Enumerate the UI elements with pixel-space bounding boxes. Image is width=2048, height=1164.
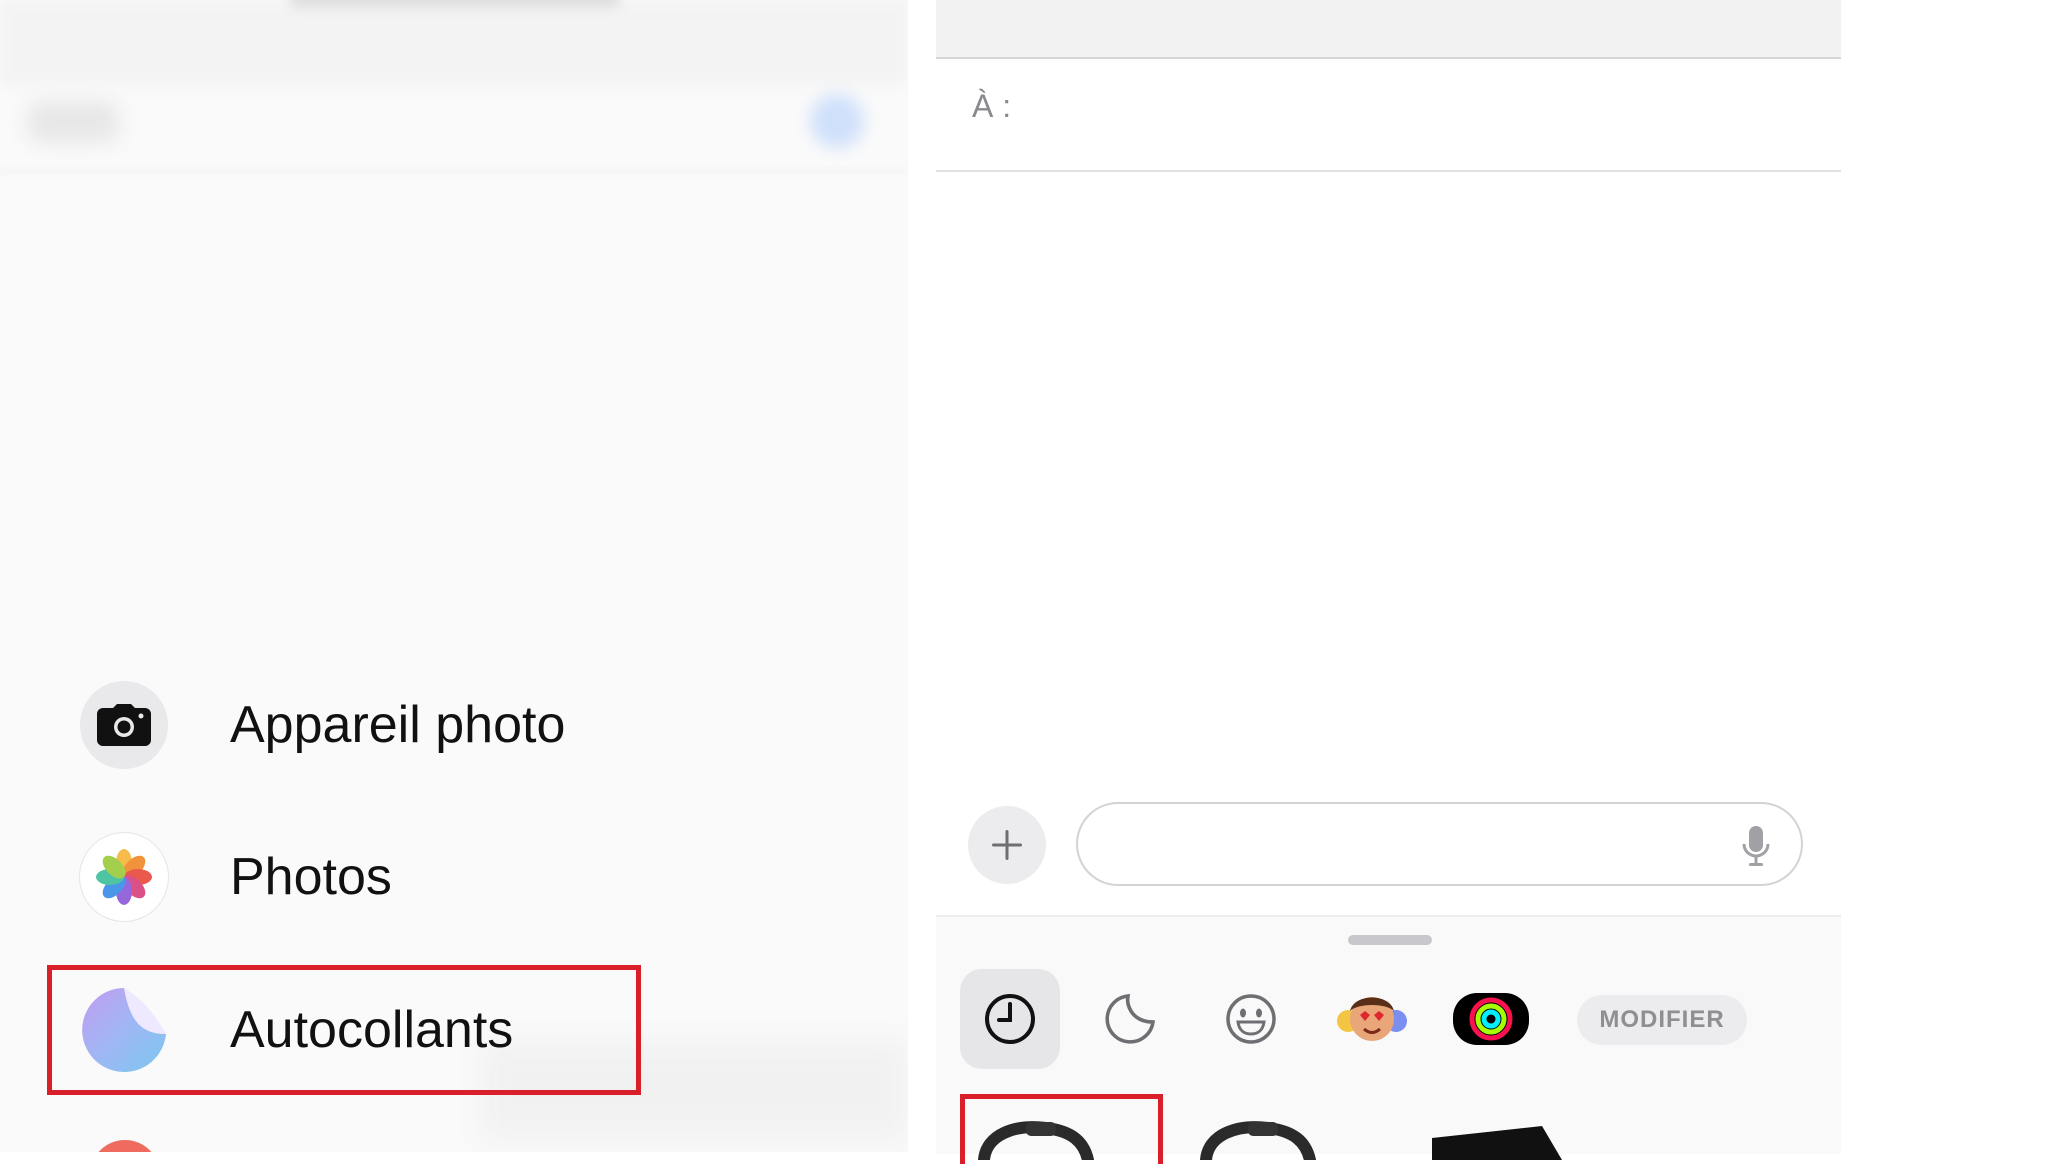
attachment-menu-panel: Appareil photo Photos Autocollants	[0, 0, 908, 1152]
sticker-item[interactable]	[1432, 1120, 1572, 1160]
blurred-avatar	[810, 94, 864, 148]
menu-item-camera[interactable]: Appareil photo	[80, 680, 565, 770]
to-label[interactable]: À :	[972, 88, 1011, 125]
blurred-title	[28, 102, 118, 142]
divider	[936, 170, 1841, 172]
sticker-item[interactable]	[1198, 1120, 1328, 1160]
menu-item-label: Photos	[230, 848, 392, 906]
highlight-box	[47, 965, 641, 1095]
add-attachment-button[interactable]	[968, 806, 1046, 884]
camera-icon	[80, 681, 168, 769]
menu-item-photos[interactable]: Photos	[80, 832, 392, 922]
tab-stickers[interactable]	[1080, 969, 1180, 1069]
drawer-grabber[interactable]	[1348, 935, 1432, 945]
tab-memoji[interactable]	[1322, 969, 1422, 1069]
message-input[interactable]	[1076, 802, 1803, 886]
clock-icon	[985, 994, 1035, 1044]
blurred-divider	[0, 170, 908, 172]
photos-icon	[80, 833, 168, 921]
smiley-icon	[1226, 994, 1276, 1044]
activity-rings-icon	[1453, 993, 1529, 1045]
compose-panel: À : MODIFIER	[936, 0, 1841, 1160]
highlight-box	[960, 1094, 1163, 1164]
edit-button[interactable]: MODIFIER	[1577, 995, 1747, 1045]
blurred-pill	[290, 0, 620, 6]
plus-icon	[992, 830, 1022, 860]
microphone-icon[interactable]	[1741, 824, 1771, 868]
compose-header	[936, 0, 1841, 59]
menu-item-label: Appareil photo	[230, 696, 566, 754]
blurred-navbar	[0, 0, 908, 84]
tab-recent[interactable]	[960, 969, 1060, 1069]
memoji-icon	[1337, 997, 1407, 1041]
sticker-icon	[1105, 994, 1156, 1044]
tab-activity[interactable]	[1441, 969, 1541, 1069]
tab-emoji[interactable]	[1201, 969, 1301, 1069]
